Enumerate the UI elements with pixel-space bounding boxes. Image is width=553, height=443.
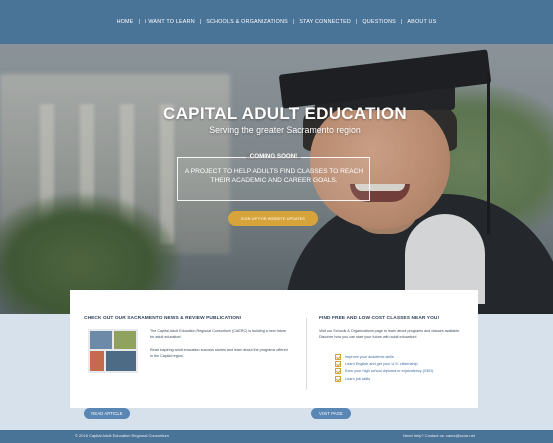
checkbox-icon xyxy=(335,353,341,360)
column-divider xyxy=(306,318,307,390)
thumbnail-photo xyxy=(106,351,136,371)
hero-subtitle: Serving the greater Sacramento region xyxy=(209,125,361,135)
list-item: Improve your academic skills xyxy=(335,353,433,360)
classes-paragraph: Visit our Schools & Organizations page t… xyxy=(319,329,461,340)
nav-separator: | xyxy=(400,19,403,25)
nav-link-questions[interactable]: QUESTIONS xyxy=(360,19,398,25)
nav-menu: HOME | I WANT TO LEARN | SCHOOLS & ORGAN… xyxy=(115,19,439,25)
news-paragraph-2: Read inspiring adult education success s… xyxy=(150,348,288,359)
nav-link-about-us[interactable]: ABOUT US xyxy=(405,19,438,25)
coming-soon-text: COMING SOON! xyxy=(245,153,302,160)
coming-soon-label: COMING SOON! xyxy=(177,153,370,160)
thumbnail-photo xyxy=(90,331,112,349)
thumbnail-photo xyxy=(90,351,104,371)
publication-thumbnail[interactable] xyxy=(88,329,138,373)
nav-link-stay-connected[interactable]: STAY CONNECTED xyxy=(297,19,353,25)
thumbnail-photo xyxy=(114,331,136,349)
nav-separator: | xyxy=(292,19,295,25)
footer: © 2016 Capital Adult Education Regional … xyxy=(0,430,553,443)
benefit-label: Learn English and get your U.S. citizens… xyxy=(345,362,418,367)
content-card: CHECK OUT OUR SACRAMENTO NEWS & REVIEW P… xyxy=(70,290,478,408)
benefit-label: Improve your academic skills xyxy=(345,354,394,359)
nav-separator: | xyxy=(356,19,358,25)
benefit-label: Earn your high school diploma or equival… xyxy=(345,369,434,374)
checkbox-icon xyxy=(335,368,341,375)
top-navigation: HOME | I WANT TO LEARN | SCHOOLS & ORGAN… xyxy=(0,0,553,44)
nav-link-i-want-to-learn[interactable]: I WANT TO LEARN xyxy=(143,19,197,25)
nav-separator: | xyxy=(138,19,140,25)
nav-link-schools-organizations[interactable]: SCHOOLS & ORGANIZATIONS xyxy=(204,19,290,25)
news-heading: CHECK OUT OUR SACRAMENTO NEWS & REVIEW P… xyxy=(84,316,242,321)
list-item: Learn job skills xyxy=(335,375,433,382)
benefits-list: Improve your academic skills Learn Engli… xyxy=(335,353,433,383)
read-article-button[interactable]: READ ARTICLE xyxy=(84,408,130,419)
checkbox-icon xyxy=(335,361,341,368)
nav-separator: | xyxy=(199,19,202,25)
visit-page-button[interactable]: VISIT PAGE xyxy=(311,408,351,419)
list-item: Learn English and get your U.S. citizens… xyxy=(335,360,433,368)
promo-text: A PROJECT TO HELP ADULTS FIND CLASSES TO… xyxy=(184,168,364,184)
footer-help-contact[interactable]: Need help? Contact us: caerc@scoe.net xyxy=(403,433,475,438)
hero-title: CAPITAL ADULT EDUCATION xyxy=(163,104,407,123)
checkbox-icon xyxy=(335,375,341,382)
benefit-label: Learn job skills xyxy=(345,376,371,381)
list-item: Earn your high school diploma or equival… xyxy=(335,368,433,375)
classes-heading: FIND FREE AND LOW COST CLASSES NEAR YOU! xyxy=(319,316,440,321)
footer-copyright: © 2016 Capital Adult Education Regional … xyxy=(75,433,169,438)
nav-link-home[interactable]: HOME xyxy=(115,19,136,25)
signup-button[interactable]: SIGN UP FOR WEBSITE UPDATES xyxy=(228,211,318,226)
news-paragraph-1: The Capital Adult Education Regional Con… xyxy=(150,329,287,340)
news-column: CHECK OUT OUR SACRAMENTO NEWS & REVIEW P… xyxy=(84,316,294,373)
classes-column: FIND FREE AND LOW COST CLASSES NEAR YOU!… xyxy=(319,316,474,382)
